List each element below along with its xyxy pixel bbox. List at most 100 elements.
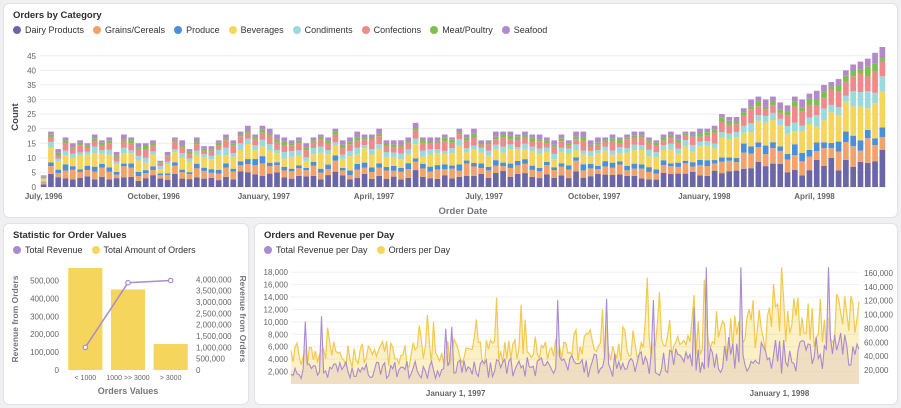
bar-segment (201, 170, 207, 179)
bar-segment (485, 140, 492, 143)
y2-tick-label: 40,000 (864, 352, 889, 361)
bar-segment (689, 162, 696, 167)
bar-segment (390, 170, 397, 177)
bar-segment (821, 148, 827, 166)
bar-segment (638, 164, 645, 169)
bar-segment (288, 143, 295, 146)
y-tick-label: 5 (32, 168, 37, 177)
bar-segment (682, 135, 689, 141)
bar-segment (616, 164, 623, 175)
bar-segment (668, 134, 674, 139)
bar-segment (449, 139, 455, 143)
bar-segment (354, 131, 361, 138)
bar-segment (704, 128, 711, 133)
bar-segment (368, 167, 375, 172)
bar-segment (157, 173, 164, 176)
bar-segment (449, 168, 455, 179)
bar-segment (813, 126, 820, 143)
bar-segment (638, 150, 645, 165)
bar-segment (806, 93, 813, 99)
bar-segment (609, 140, 616, 151)
bar-segment (106, 149, 113, 155)
bar-segment (354, 147, 361, 155)
bar-segment (857, 161, 864, 187)
y2-tick-label: 1,500,000 (196, 332, 232, 341)
bar-segment (762, 99, 769, 107)
bar-segment (675, 173, 681, 187)
bar-segment (449, 142, 455, 149)
bar-segment (48, 162, 54, 167)
bar-segment (274, 165, 280, 173)
bar-segment (310, 142, 317, 148)
bar-segment (208, 149, 215, 152)
bar-segment (230, 171, 237, 180)
bar-segment (317, 152, 324, 169)
bar-segment (420, 156, 426, 164)
bar-segment (84, 151, 91, 155)
bar-segment (595, 142, 601, 145)
bar-segment (296, 140, 302, 144)
y-tick-label: 6,000 (268, 343, 289, 352)
bar-segment (157, 169, 164, 174)
bar-segment (150, 143, 156, 146)
bar-segment (755, 120, 762, 143)
bar-segment (427, 154, 434, 167)
bar-segment (383, 144, 390, 146)
bar-segment (456, 132, 463, 135)
bar-segment (748, 153, 754, 169)
bar-segment (91, 166, 98, 172)
bar-segment (755, 100, 762, 107)
bar-segment (624, 165, 630, 171)
bar-segment (150, 175, 156, 187)
bar-segment (441, 150, 448, 155)
bar-segment (223, 147, 229, 156)
bar-segment (347, 170, 353, 176)
bar-segment (857, 150, 864, 162)
bar-segment (777, 146, 784, 151)
bar-segment (427, 149, 434, 155)
bar-segment (624, 139, 630, 148)
y-tick-label: 10 (27, 154, 36, 163)
bar-segment (668, 131, 674, 135)
bar-segment (193, 163, 200, 169)
bar-segment (485, 142, 492, 145)
revenue-point (125, 279, 131, 286)
bar-segment (157, 166, 164, 170)
bar-segment (274, 149, 280, 154)
y2-tick-label: 0 (196, 366, 201, 375)
bar-segment (624, 152, 630, 166)
bar-segment (565, 178, 572, 187)
bar-segment (821, 108, 827, 121)
bar-segment (77, 169, 83, 172)
bar-segment (121, 139, 127, 142)
bar-segment (252, 137, 258, 140)
bar-segment (463, 160, 470, 164)
bar-segment (872, 161, 878, 187)
bar (153, 344, 188, 370)
bar-segment (172, 141, 178, 150)
bar-segment (383, 140, 390, 145)
bar-segment (223, 176, 229, 187)
bar-segment (536, 141, 543, 149)
bar-segment (405, 149, 412, 155)
bar-segment (660, 160, 667, 166)
y-tick-label: 4,000 (268, 355, 289, 364)
x-axis-label: Orders Values (98, 386, 159, 396)
bar-segment (84, 165, 91, 171)
bar-segment (237, 131, 244, 135)
bar-segment (529, 151, 536, 166)
bar-segment (821, 165, 827, 187)
bar-segment (646, 137, 652, 141)
bar-segment (325, 137, 331, 141)
bar-segment (69, 148, 76, 154)
bar-segment (441, 154, 448, 165)
bar-segment (755, 96, 762, 101)
bar-segment (872, 63, 878, 72)
bar-segment (595, 169, 601, 174)
bar-segment (142, 170, 149, 174)
bar-segment (850, 76, 857, 92)
bar-segment (602, 137, 609, 141)
bar-segment (135, 176, 142, 181)
bar-segment (48, 137, 54, 142)
bar-segment (113, 178, 120, 187)
